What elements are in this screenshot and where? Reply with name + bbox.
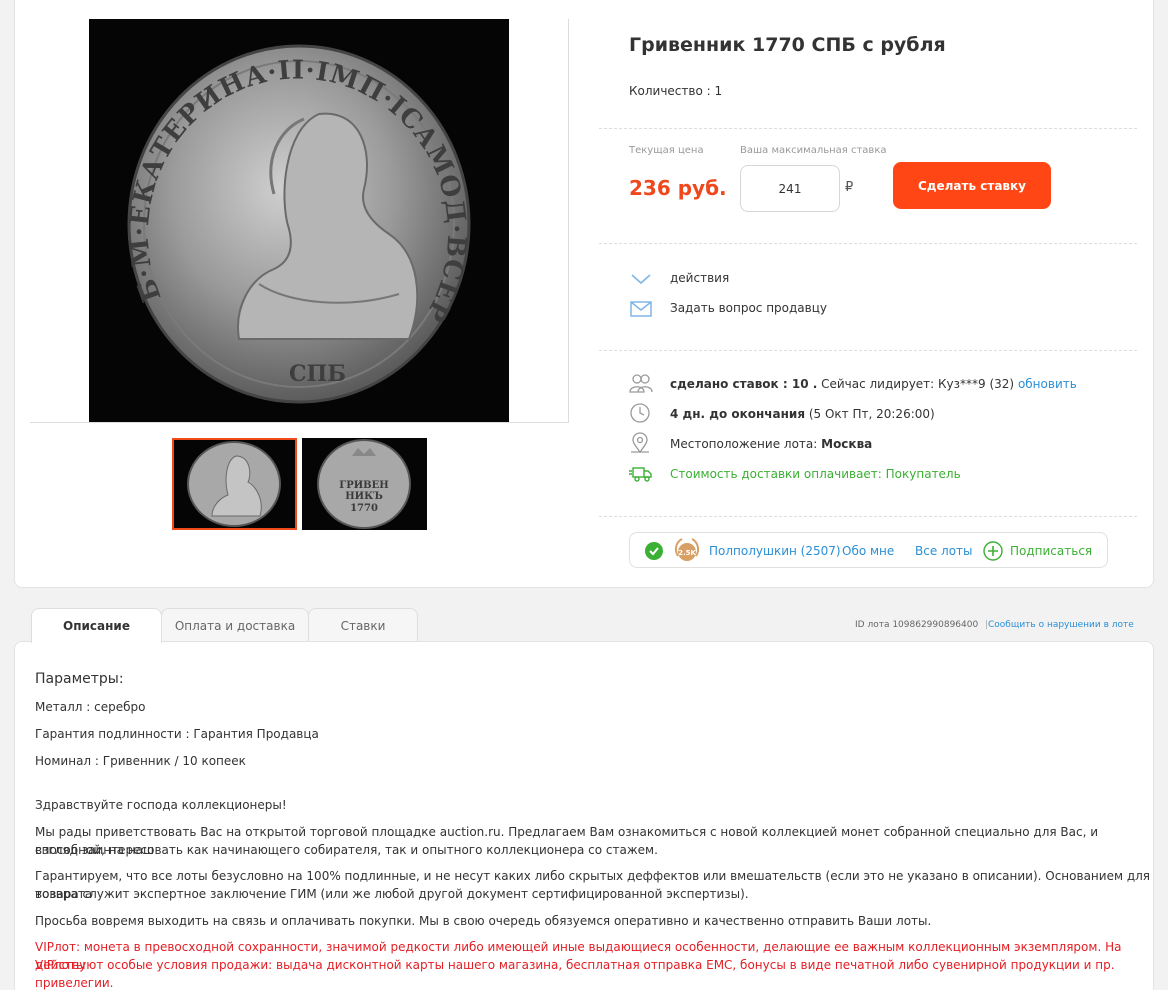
plus-circle-icon[interactable] bbox=[983, 541, 1003, 561]
svg-text:2.5K: 2.5K bbox=[678, 549, 696, 557]
lot-quantity: Количество : 1 bbox=[629, 84, 723, 98]
coin-obverse-image: Б·М·ЕКАТЕРИНА·II·IМП·IСАМОД·ВСЕРОС СПБ bbox=[89, 19, 471, 404]
subscribe-link[interactable]: Подписаться bbox=[1010, 544, 1092, 558]
verified-check-icon bbox=[645, 542, 663, 560]
bids-count: сделано ставок : 10 . bbox=[670, 377, 818, 391]
divider bbox=[599, 350, 1137, 351]
location-label: Местоположение лота: bbox=[670, 437, 822, 451]
vip-text-line2: действуют особые условия продажи: выдача… bbox=[35, 958, 1115, 990]
time-left-days: 4 дн. до окончания bbox=[670, 407, 806, 421]
thumbnail-reverse[interactable]: ГРИВЕН НИКЪ 1770 bbox=[302, 438, 427, 530]
seller-name-link[interactable]: Полполушкин (2507) bbox=[709, 544, 841, 558]
tab-description[interactable]: Описание bbox=[31, 608, 162, 643]
tab-bids[interactable]: Ставки bbox=[308, 608, 418, 642]
image-frame-bottom bbox=[30, 422, 568, 423]
lot-id: ID лота 109862990896400 | bbox=[855, 620, 989, 630]
current-price: 236 руб. bbox=[629, 176, 727, 200]
clock-icon bbox=[630, 403, 650, 423]
truck-icon bbox=[629, 467, 652, 482]
divider bbox=[599, 128, 1137, 129]
param-nominal: Номинал : Гривенник / 10 копеек bbox=[35, 754, 246, 768]
end-date: (5 Окт Пт, 20:26:00) bbox=[805, 407, 935, 421]
param-metal: Металл : серебро bbox=[35, 700, 146, 714]
about-seller-link[interactable]: Обо мне bbox=[842, 544, 894, 558]
image-frame-right bbox=[568, 19, 569, 423]
tab-payment-delivery[interactable]: Оплата и доставка bbox=[161, 608, 309, 642]
bids-info: сделано ставок : 10 . Сейчас лидирует: К… bbox=[670, 377, 1077, 391]
refresh-link[interactable]: обновить bbox=[1018, 377, 1077, 391]
divider bbox=[599, 243, 1137, 244]
bid-leader: Сейчас лидирует: Куз***9 (32) bbox=[817, 377, 1015, 391]
params-heading: Параметры: bbox=[35, 671, 124, 687]
seller-box: 2.5K Полполушкин (2507) Обо мне Все лоты… bbox=[629, 532, 1108, 568]
shipping-info: Стоимость доставки оплачивает: Покупател… bbox=[670, 467, 961, 481]
max-bid-input[interactable] bbox=[740, 165, 840, 212]
actions-link[interactable]: действия bbox=[670, 271, 729, 285]
svg-text:СПБ: СПБ bbox=[289, 361, 346, 387]
currency-symbol: ₽ bbox=[845, 180, 854, 195]
svg-text:1770: 1770 bbox=[350, 503, 378, 514]
place-bid-button[interactable]: Сделать ставку bbox=[893, 162, 1051, 209]
location: Местоположение лота: Москва bbox=[670, 437, 872, 451]
ask-seller-link[interactable]: Задать вопрос продавцу bbox=[670, 301, 827, 315]
svg-text:НИКЪ: НИКЪ bbox=[345, 491, 383, 502]
location-value: Москва bbox=[821, 437, 873, 451]
param-guarantee: Гарантия подлинности : Гарантия Продавца bbox=[35, 727, 319, 741]
max-bid-label: Ваша максимальная ставка bbox=[740, 145, 887, 156]
users-icon bbox=[629, 374, 653, 393]
divider bbox=[599, 516, 1137, 517]
thumbnail-obverse[interactable] bbox=[172, 438, 297, 530]
seller-rating-badge-icon: 2.5K bbox=[674, 538, 700, 561]
greeting-text: Здравствуйте господа коллекционеры! bbox=[35, 798, 287, 812]
current-price-label: Текущая цена bbox=[629, 145, 704, 156]
lot-main-image[interactable]: Б·М·ЕКАТЕРИНА·II·IМП·IСАМОД·ВСЕРОС СПБ bbox=[89, 19, 509, 422]
report-violation-link[interactable]: Сообщить о нарушении в лоте bbox=[988, 620, 1134, 630]
time-left: 4 дн. до окончания (5 Окт Пт, 20:26:00) bbox=[670, 407, 935, 421]
intro-text-line2: взгляд заинтересовать как начинающего со… bbox=[35, 843, 658, 857]
guarantee-text-line2: товара служит экспертное заключение ГИМ … bbox=[35, 887, 749, 901]
chevron-down-icon bbox=[631, 274, 651, 285]
envelope-icon bbox=[630, 301, 652, 317]
lot-title: Гривенник 1770 СПБ с рубля bbox=[629, 34, 946, 56]
svg-text:ГРИВЕН: ГРИВЕН bbox=[339, 480, 388, 491]
all-lots-link[interactable]: Все лоты bbox=[915, 544, 973, 558]
map-pin-icon bbox=[631, 432, 649, 454]
contact-text: Просьба вовремя выходить на связь и опла… bbox=[35, 914, 932, 928]
